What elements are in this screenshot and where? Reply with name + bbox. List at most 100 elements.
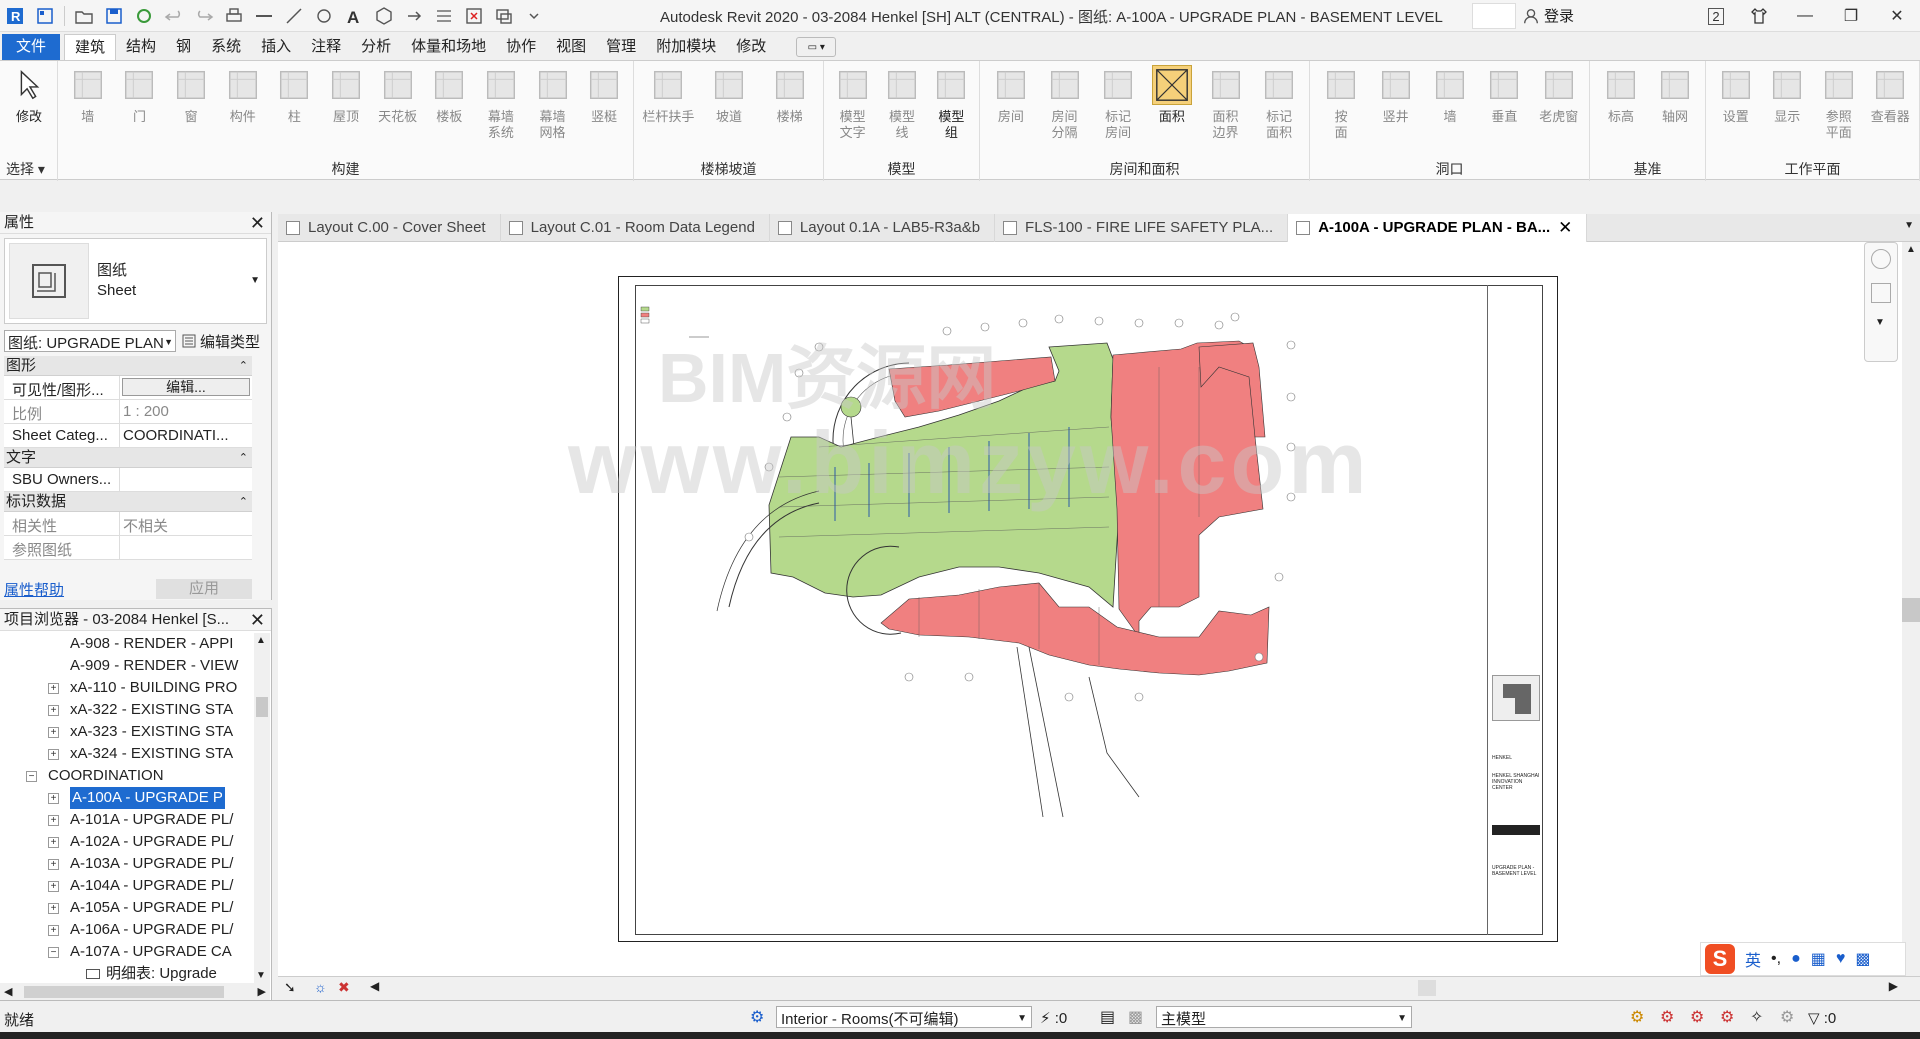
property-value[interactable] [120,468,252,491]
ribbon-button-opening-0[interactable]: 按 面 [1314,65,1368,141]
design-options-icon[interactable]: ▤ [1100,1007,1115,1027]
browser-tree-item[interactable]: 明细表: Upgrade [0,963,254,983]
grid-menu-icon[interactable]: ▩ [1855,949,1870,969]
punctuation-icon[interactable]: •, [1771,950,1781,968]
expand-icon[interactable]: + [48,705,59,716]
switch-windows-icon[interactable] [491,3,517,29]
ribbon-button-workplane-3[interactable]: 查看器 [1863,65,1917,125]
browser-tree-item[interactable]: + A-100A - UPGRADE P [0,787,254,809]
chevron-down-icon[interactable]: ▼ [1875,317,1885,328]
text-icon[interactable]: A [341,3,367,29]
ribbon-tab[interactable]: 管理 [596,34,646,60]
browser-tree-item[interactable]: + xA-323 - EXISTING STA [0,721,254,743]
dimension-icon[interactable] [281,3,307,29]
ribbon-button-build-1[interactable]: 门 [112,65,166,125]
collapse-icon[interactable]: − [26,771,37,782]
property-category[interactable]: 标识数据 ⌃ [4,492,252,512]
scroll-thumb[interactable] [256,697,268,717]
ribbon-tab[interactable]: 协作 [496,34,546,60]
browser-horizontal-scrollbar[interactable]: ◀ ▶ [0,983,270,1001]
expand-icon[interactable]: + [48,881,59,892]
tag-icon[interactable] [311,3,337,29]
edit-visibility-button[interactable]: 编辑... [122,378,250,396]
ribbon-button-build-5[interactable]: 屋顶 [319,65,373,125]
browser-tree-item[interactable]: + A-102A - UPGRADE PL/ [0,831,254,853]
scroll-thumb[interactable] [1902,598,1920,622]
collapse-icon[interactable]: − [48,947,59,958]
chevron-down-icon[interactable]: ▼ [256,970,266,981]
print-icon[interactable] [221,3,247,29]
exclude-options-icon[interactable]: ▩ [1128,1007,1143,1027]
open-icon[interactable] [71,3,97,29]
scroll-thumb[interactable] [24,986,224,998]
ribbon-tab[interactable]: 分析 [351,34,401,60]
close-hidden-icon[interactable] [461,3,487,29]
ribbon-button-room-2[interactable]: 标记 房间 [1091,65,1145,141]
chevron-left-icon[interactable]: ◀ [4,985,12,998]
select-by-face-icon[interactable]: ⚙ [1720,1007,1734,1027]
ribbon-tab[interactable]: 修改 [726,34,776,60]
chevron-down-icon[interactable]: ▼ [1904,220,1914,231]
ribbon-tab[interactable]: 体量和场地 [401,34,496,60]
browser-tree-item[interactable]: + A-103A - UPGRADE PL/ [0,853,254,875]
close-icon[interactable]: ✕ [1558,214,1572,242]
ribbon-button-build-7[interactable]: 楼板 [422,65,476,125]
property-category[interactable]: 文字 ⌃ [4,448,252,468]
property-value[interactable]: COORDINATI... [120,424,252,447]
browser-tree-item[interactable]: A-909 - RENDER - VIEW [0,655,254,677]
select-pinned-icon[interactable]: ⚙ [1690,1007,1704,1027]
section-icon[interactable] [401,3,427,29]
document-tab[interactable]: Layout C.01 - Room Data Legend [501,214,770,242]
expand-icon[interactable]: + [48,859,59,870]
home-icon[interactable] [32,3,58,29]
ribbon-button-datum-0[interactable]: 标高 [1594,65,1648,125]
document-tab[interactable]: FLS-100 - FIRE LIFE SAFETY PLA... [995,214,1289,242]
design-option-select[interactable]: 主模型 ▼ [1156,1006,1412,1028]
active-workset-select[interactable]: Interior - Rooms(不可编辑) ▼ [776,1006,1032,1028]
ribbon-button-opening-1[interactable]: 竖井 [1369,65,1423,125]
ribbon-button-model-2[interactable]: 模型 组 [924,65,978,141]
expand-icon[interactable]: + [48,925,59,936]
ribbon-button-build-0[interactable]: 墙 [61,65,115,125]
close-button[interactable]: ✕ [1874,0,1920,32]
ribbon-tab[interactable]: 结构 [116,34,166,60]
close-icon[interactable]: ✕ [250,609,265,631]
browser-tree-item[interactable]: + xA-324 - EXISTING STA [0,743,254,765]
worksets-icon[interactable]: ⚙ [750,1007,764,1027]
ribbon-button-room-4[interactable]: 面积 边界 [1199,65,1253,141]
chevron-right-icon[interactable]: ▶ [258,985,266,998]
ribbon-button-opening-2[interactable]: 墙 [1423,65,1477,125]
expand-icon[interactable]: + [48,837,59,848]
browser-tree-item[interactable]: + A-105A - UPGRADE PL/ [0,897,254,919]
notifications-button[interactable]: 2 [1696,0,1736,32]
ribbon-button-build-6[interactable]: 天花板 [371,65,425,125]
ribbon-button-model-0[interactable]: 模型 文字 [826,65,880,141]
restore-button[interactable]: ❐ [1828,0,1874,32]
document-tab[interactable]: A-100A - UPGRADE PLAN - BA... ✕ [1288,214,1588,242]
ribbon-button-build-8[interactable]: 幕墙 系统 [474,65,528,141]
browser-tree-item[interactable]: + A-104A - UPGRADE PL/ [0,875,254,897]
ribbon-button-build-3[interactable]: 构件 [216,65,270,125]
browser-tree-item[interactable]: + xA-110 - BUILDING PRO [0,677,254,699]
ribbon-tab[interactable]: 插入 [251,34,301,60]
background-process-icon[interactable]: ⚙ [1780,1007,1794,1027]
scroll-thumb[interactable] [1418,980,1436,996]
close-icon[interactable]: ✕ [250,212,265,234]
revit-logo-icon[interactable]: R [2,3,28,29]
document-tab[interactable]: Layout C.00 - Cover Sheet [278,214,501,242]
expand-icon[interactable]: + [48,727,59,738]
sync-icon[interactable] [131,3,157,29]
redo-icon[interactable] [191,3,217,29]
ribbon-button-opening-4[interactable]: 老虎窗 [1532,65,1586,125]
login-button[interactable]: 登录 [1522,5,1574,26]
select-dropdown[interactable]: 选择 ▾ [0,159,57,179]
browser-vertical-scrollbar[interactable]: ▲ ▼ [254,633,270,983]
ribbon-button-room-0[interactable]: 房间 [984,65,1038,125]
ribbon-button-workplane-0[interactable]: 设置 [1709,65,1763,125]
ribbon-button-build-2[interactable]: 窗 [164,65,218,125]
ribbon-tab[interactable]: 钢 [166,34,201,60]
ribbon-button-build-9[interactable]: 幕墙 网格 [526,65,580,141]
browser-tree-item[interactable]: + A-106A - UPGRADE PL/ [0,919,254,941]
temporary-hide-icon[interactable]: ✖ [338,979,350,996]
chevron-down-icon[interactable] [521,3,547,29]
